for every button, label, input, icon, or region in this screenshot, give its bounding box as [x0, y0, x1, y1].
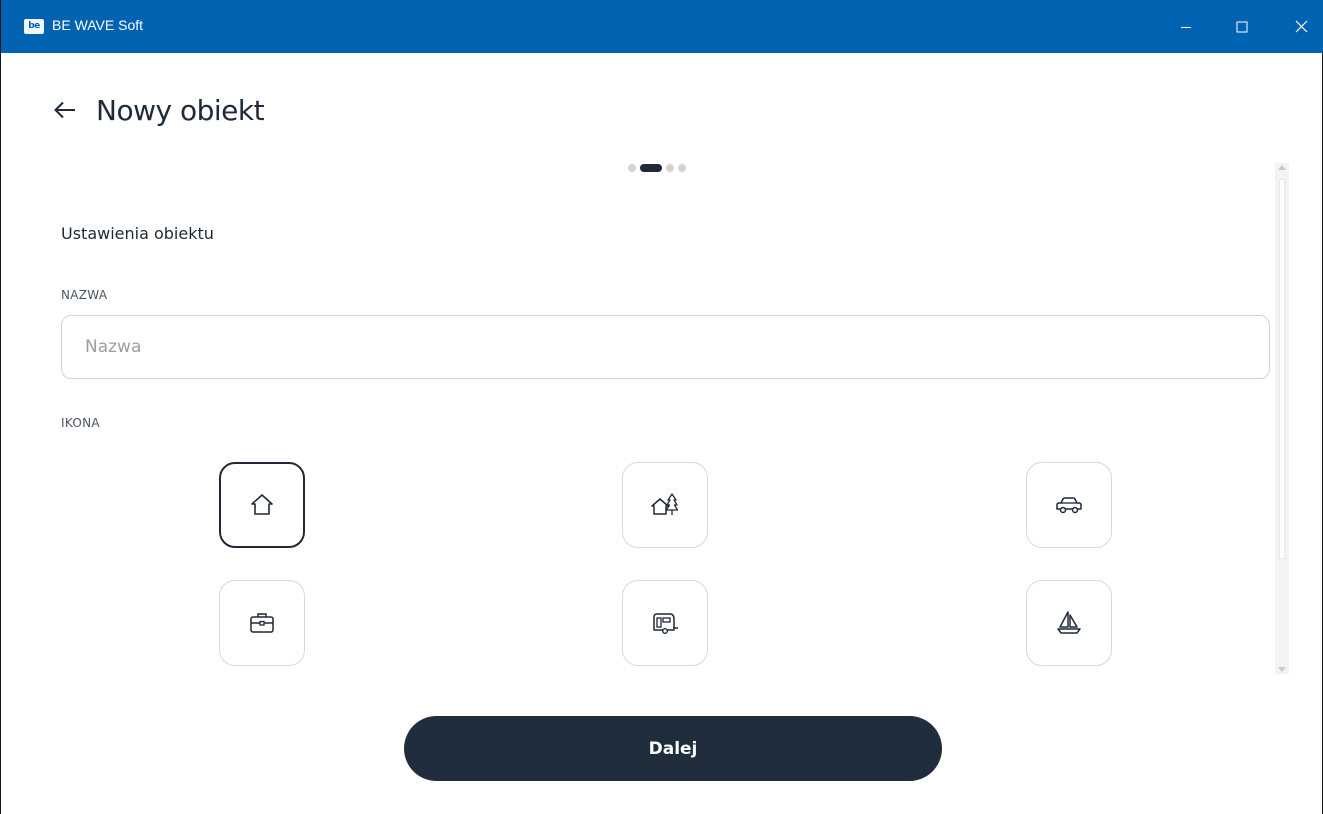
back-button[interactable] [54, 99, 76, 121]
arrow-left-icon [54, 101, 75, 119]
app-title: BE WAVE Soft [52, 17, 144, 33]
car-icon [1056, 497, 1082, 514]
close-button[interactable] [1278, 0, 1323, 53]
step-dot-active [640, 164, 662, 172]
next-button[interactable]: Dalej [404, 716, 942, 781]
step-dot [666, 164, 674, 172]
app-window: be BE WAVE Soft Nowy obiekt Ustawienia o… [0, 0, 1323, 814]
section-title: Ustawienia obiektu [61, 224, 214, 243]
icon-option-sailboat[interactable] [1026, 580, 1112, 666]
scrollbar[interactable] [1275, 163, 1289, 674]
name-label: NAZWA [61, 288, 108, 302]
briefcase-icon [250, 613, 274, 633]
app-logo: be [24, 19, 44, 34]
icon-option-car[interactable] [1026, 462, 1112, 548]
house-icon [251, 494, 273, 515]
page-header: Nowy obiekt [54, 88, 265, 132]
step-dot [628, 164, 636, 172]
step-dot [678, 164, 686, 172]
scroll-up-icon[interactable] [1278, 165, 1286, 170]
title-bar[interactable]: be BE WAVE Soft [1, 0, 1323, 53]
house-trees-icon [651, 493, 679, 515]
scroll-thumb[interactable] [1279, 179, 1285, 559]
icon-option-house-trees[interactable] [622, 462, 708, 548]
maximize-icon [1236, 21, 1248, 32]
icon-option-house[interactable] [219, 462, 305, 548]
icon-option-caravan[interactable] [622, 580, 708, 666]
close-icon [1295, 20, 1307, 33]
minimize-icon [1181, 26, 1191, 28]
sailboat-icon [1057, 611, 1081, 634]
maximize-button[interactable] [1219, 0, 1265, 53]
scroll-down-icon[interactable] [1278, 667, 1286, 672]
name-input[interactable] [61, 315, 1270, 379]
step-indicator [628, 164, 686, 172]
icon-label: IKONA [61, 416, 100, 430]
caravan-icon [653, 613, 678, 635]
icon-option-briefcase[interactable] [219, 580, 305, 666]
minimize-button[interactable] [1163, 0, 1209, 53]
page-title: Nowy obiekt [96, 93, 265, 127]
